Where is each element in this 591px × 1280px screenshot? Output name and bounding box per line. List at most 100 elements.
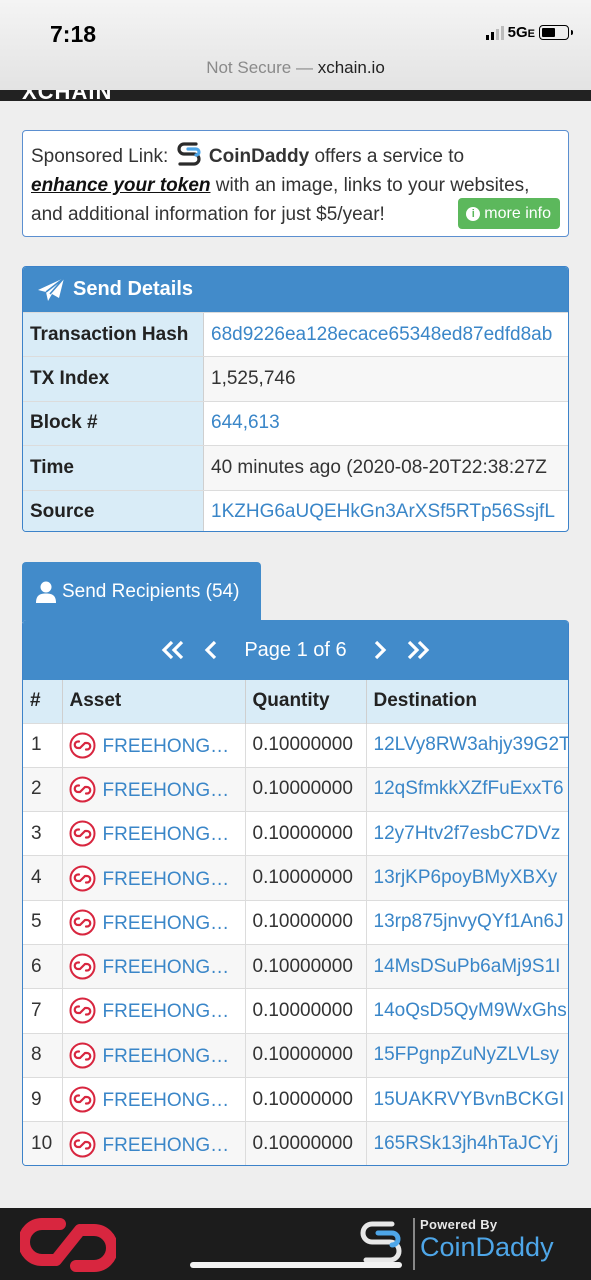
quantity-value: 0.10000000 [245, 1032, 367, 1078]
status-indicators: 5GE [485, 24, 573, 41]
quantity-value: 0.10000000 [245, 899, 367, 945]
asset-name: FREEHONG… [102, 957, 230, 979]
asset-name: FREEHONG… [102, 1134, 230, 1156]
table-row: 10 FREEHONG… 0.10000000 165RSk13jh4hTaJCYj [23, 1121, 568, 1165]
asset-link[interactable]: FREEHONG… [62, 943, 246, 989]
col-header-destination: Destination [366, 680, 568, 723]
destination-link[interactable]: 14MsDSuPb6aMj9S1I [366, 943, 568, 989]
destination-link[interactable]: 12LVy8RW3ahjy39G2T [366, 722, 568, 768]
destination-link[interactable]: 14oQsD5QyM9WxGhs [366, 988, 568, 1034]
row-number: 9 [23, 1076, 63, 1122]
recipients-table: # Asset Quantity Destination 1 FREEHONG… 0… [23, 680, 568, 1165]
table-row: 8 FREEHONG… 0.10000000 15FPgnpZuNyZLVLsy [23, 1032, 568, 1078]
asset-link[interactable]: FREEHONG… [62, 899, 246, 945]
table-row: 7 FREEHONG… 0.10000000 14oQsD5QyM9WxGhs [23, 988, 568, 1034]
destination-link[interactable]: 13rp875jnvyQYf1An6J [366, 899, 568, 945]
paper-plane-icon [38, 276, 65, 301]
row-number: 4 [23, 855, 63, 901]
detail-row-source: Source 1KZHG6aUQEHkGn3ArXSf5RTp56SsjfL [23, 489, 568, 531]
double-chevron-right-icon [407, 640, 429, 660]
row-number: 5 [23, 899, 63, 945]
site-brand[interactable]: XCHAIN [22, 90, 112, 101]
footer-divider [413, 1218, 415, 1270]
send-recipients-panel: Page 1 of 6 # Asset Quantity Destination… [22, 620, 569, 1166]
table-row: 6 FREEHONG… 0.10000000 14MsDSuPb6aMj9S1I [23, 943, 568, 989]
destination-link[interactable]: 12y7Htv2f7esbC7DVz [366, 811, 568, 856]
block-link[interactable]: 644,613 [204, 402, 568, 445]
sponsor-text-2: with an image, links to your websites, [215, 175, 530, 196]
quantity-value: 0.10000000 [245, 1121, 367, 1165]
asset-link[interactable]: FREEHONG… [62, 1032, 246, 1078]
table-header-row: # Asset Quantity Destination [23, 680, 568, 723]
table-row: 9 FREEHONG… 0.10000000 15UAKRVYBvnBCKGI [23, 1076, 568, 1122]
browser-chrome: 7:18 5GE Not Secure — xchain.io [0, 0, 591, 90]
battery-icon [539, 25, 573, 40]
coindaddy-wordmark[interactable]: CoinDaddy [420, 1232, 554, 1263]
asset-link[interactable]: FREEHONG… [62, 855, 246, 901]
table-row: 5 FREEHONG… 0.10000000 13rp875jnvyQYf1An6J [23, 899, 568, 945]
table-row: 1 FREEHONG… 0.10000000 12LVy8RW3ahjy39G2T [23, 722, 568, 768]
row-number: 7 [23, 988, 63, 1034]
col-header-quantity: Quantity [245, 680, 367, 723]
chevron-right-icon [374, 640, 386, 660]
asset-name: FREEHONG… [102, 735, 230, 757]
cellular-signal-icon [485, 25, 504, 40]
row-number: 10 [23, 1121, 63, 1165]
asset-name: FREEHONG… [102, 779, 230, 801]
detail-row-tx-index: TX Index 1,525,746 [23, 356, 568, 401]
destination-link[interactable]: 12qSfmkkXZfFuExxT6 [366, 766, 568, 812]
detail-label: Time [23, 446, 204, 490]
sponsored-prefix: Sponsored Link: [31, 146, 169, 167]
quantity-value: 0.10000000 [245, 766, 367, 812]
tx-hash-link[interactable]: 68d9226ea128ecace65348ed87edfd8ab [204, 313, 568, 356]
status-clock: 7:18 [50, 21, 97, 47]
next-page-button[interactable] [361, 630, 399, 670]
destination-link[interactable]: 15FPgnpZuNyZLVLsy [366, 1032, 568, 1078]
double-chevron-left-icon [162, 640, 184, 660]
security-label: Not Secure — [206, 58, 313, 77]
info-icon: i [466, 207, 481, 221]
first-page-button[interactable] [154, 630, 192, 670]
destination-link[interactable]: 13rjKP6poyBMyXBXy [366, 855, 568, 901]
destination-link[interactable]: 15UAKRVYBvnBCKGI [366, 1076, 568, 1122]
asset-link[interactable]: FREEHONG… [62, 811, 246, 856]
asset-link[interactable]: FREEHONG… [62, 1076, 246, 1122]
site-navbar: XCHAIN [0, 90, 591, 101]
quantity-value: 0.10000000 [245, 811, 367, 856]
home-indicator[interactable] [190, 1262, 402, 1268]
asset-name: FREEHONG… [102, 868, 230, 890]
chevron-left-icon [205, 640, 217, 660]
asset-link[interactable]: FREEHONG… [62, 988, 246, 1034]
enhance-token-link[interactable]: enhance your token [31, 175, 211, 196]
quantity-value: 0.10000000 [245, 722, 367, 768]
prev-page-button[interactable] [192, 630, 230, 670]
more-info-button[interactable]: i more info [458, 198, 560, 229]
asset-name: FREEHONG… [102, 912, 230, 934]
source-address-link[interactable]: 1KZHG6aUQEHkGn3ArXSf5RTp56SsjfL [204, 491, 568, 531]
col-header-number: # [23, 680, 63, 723]
row-number: 2 [23, 766, 63, 812]
asset-icon [69, 909, 96, 936]
tab-send-recipients[interactable]: Send Recipients (54) [22, 562, 261, 622]
asset-icon [69, 865, 96, 892]
asset-link[interactable]: FREEHONG… [62, 722, 246, 768]
quantity-value: 0.10000000 [245, 855, 367, 901]
table-row: 3 FREEHONG… 0.10000000 12y7Htv2f7esbC7DVz [23, 811, 568, 856]
asset-link[interactable]: FREEHONG… [62, 1121, 246, 1165]
asset-link[interactable]: FREEHONG… [62, 766, 246, 812]
sponsored-link-box: Sponsored Link: CoinDaddy offers a servi… [22, 130, 569, 237]
asset-icon [69, 820, 96, 847]
detail-label: Transaction Hash [23, 313, 204, 357]
tx-index-value: 1,525,746 [204, 357, 568, 401]
destination-link[interactable]: 165RSk13jh4hTaJCYj [366, 1121, 568, 1165]
sponsor-name[interactable]: CoinDaddy [209, 146, 309, 167]
last-page-button[interactable] [399, 630, 437, 670]
detail-label: Source [23, 490, 204, 531]
asset-icon [69, 1042, 96, 1069]
row-number: 3 [23, 811, 63, 856]
powered-by-label: Powered By [420, 1217, 498, 1232]
col-header-asset: Asset [62, 680, 246, 723]
asset-icon [69, 732, 96, 759]
asset-name: FREEHONG… [102, 824, 230, 846]
address-bar[interactable]: Not Secure — xchain.io [0, 58, 591, 78]
